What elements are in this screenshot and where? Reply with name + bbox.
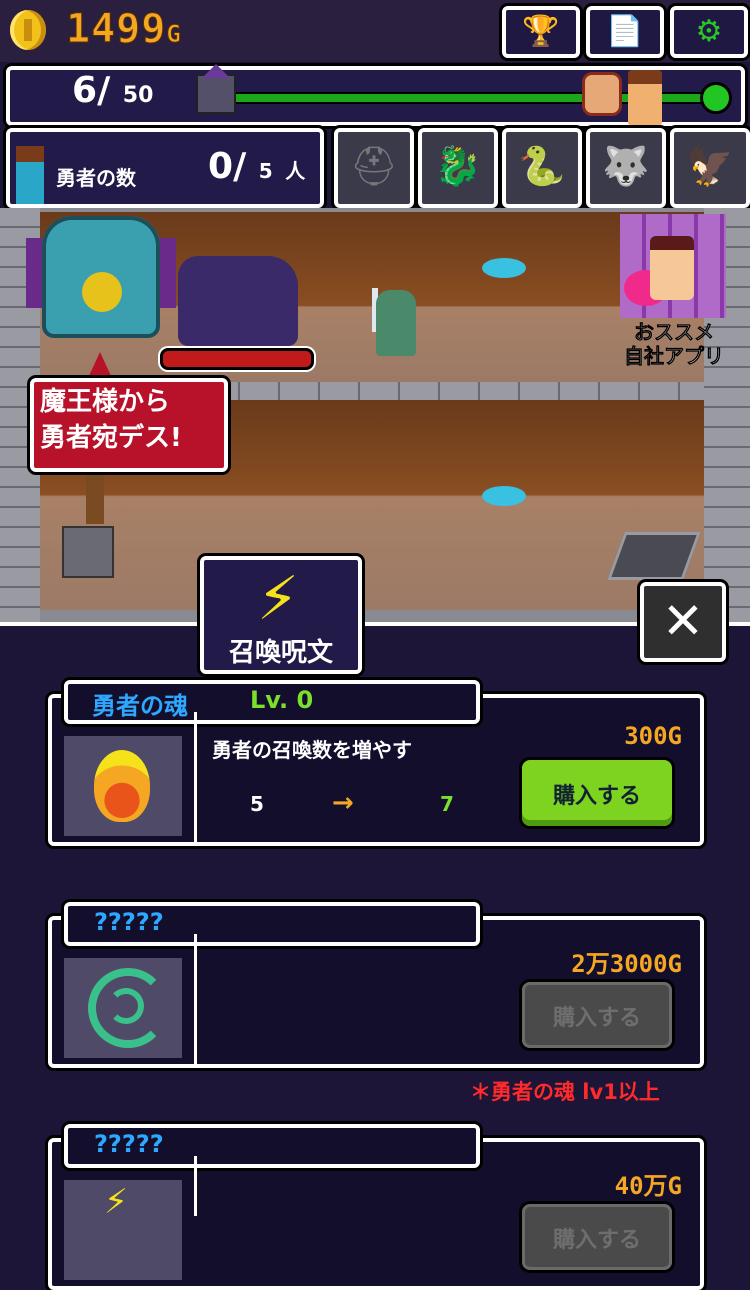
buy-button-disabled[interactable]: 購入する bbox=[522, 1204, 672, 1270]
flame-icon bbox=[94, 750, 150, 822]
trophy-button[interactable]: 🏆 bbox=[502, 6, 580, 58]
upgrade-price: 2万3000G bbox=[571, 950, 682, 978]
upgrade-level: Lv. 0 bbox=[250, 686, 314, 714]
hero-sprite bbox=[376, 290, 416, 356]
monster-slot-4[interactable]: 🐺 bbox=[586, 128, 666, 208]
bird-icon: 🦅 bbox=[686, 144, 734, 188]
hero-icon bbox=[16, 146, 44, 204]
water-puddle bbox=[482, 258, 526, 278]
upgrade-name: ????? bbox=[94, 908, 164, 936]
trophy-icon: 🏆 bbox=[522, 14, 560, 49]
buy-button[interactable]: 購入する bbox=[522, 760, 672, 826]
hero-count-value: 0/ 5 人 bbox=[208, 146, 306, 187]
monster-slot-5[interactable]: 🦅 bbox=[670, 128, 750, 208]
serpent-icon: 🐍 bbox=[518, 144, 566, 188]
settings-button[interactable]: ⚙ bbox=[670, 6, 748, 58]
document-icon: 📄 bbox=[606, 14, 644, 49]
log-button[interactable]: 📄 bbox=[586, 6, 664, 58]
card-divider bbox=[194, 712, 197, 846]
upgrade-to-value: 7 bbox=[440, 792, 454, 816]
upgrade-icon-box bbox=[64, 736, 182, 836]
speech-bubble-text: 魔王様から 勇者宛デス! bbox=[40, 387, 182, 453]
gear-icon: ⚙ bbox=[695, 14, 723, 49]
dragon-icon: 🐉 bbox=[434, 144, 482, 188]
close-icon: ✕ bbox=[662, 592, 704, 650]
monster-slot-1[interactable]: ⛑ bbox=[334, 128, 414, 208]
close-button[interactable]: ✕ bbox=[640, 582, 726, 662]
lightning-icon: ⚡ bbox=[104, 1182, 128, 1222]
demon-lord-sprite[interactable] bbox=[42, 216, 160, 338]
progress-end-marker bbox=[700, 82, 732, 114]
unlock-requirement: ＊勇者の魂 lv1以上 bbox=[470, 1080, 660, 1104]
arrow-right-icon: → bbox=[332, 788, 354, 818]
card-divider bbox=[194, 1156, 197, 1216]
upgrade-description: 勇者の召喚数を増やす bbox=[212, 738, 412, 762]
upgrade-price: 300G bbox=[624, 722, 682, 750]
lightning-icon: ⚡ bbox=[256, 564, 300, 634]
floor-counter: 6/ 50 bbox=[72, 70, 154, 111]
upgrade-price: 40万G bbox=[614, 1172, 682, 1200]
character-icon bbox=[650, 236, 694, 300]
gold-amount: 1499G bbox=[65, 6, 182, 53]
helmet-icon: ⛑ bbox=[349, 144, 399, 188]
letter-icon bbox=[582, 72, 622, 116]
upgrade-from-value: 5 bbox=[250, 792, 264, 816]
buy-button-disabled[interactable]: 購入する bbox=[522, 982, 672, 1048]
speech-bubble-tail bbox=[88, 352, 112, 378]
upgrade-name: 勇者の魂 bbox=[92, 692, 188, 720]
gold-coin-icon bbox=[10, 10, 46, 50]
signpost bbox=[86, 470, 104, 524]
summon-spell-label: 召喚呪文 bbox=[228, 638, 333, 668]
monster-hp-bar bbox=[160, 348, 314, 370]
hero-marker-icon bbox=[628, 70, 662, 126]
card-divider bbox=[194, 934, 197, 1068]
upgrade-name: ????? bbox=[94, 1130, 164, 1158]
recommended-app-label[interactable]: おススメ 自社アプリ bbox=[604, 320, 744, 369]
upgrade-icon-box bbox=[64, 958, 182, 1058]
hero-count-label: 勇者の数 bbox=[56, 166, 136, 190]
spiral-icon-inner bbox=[108, 988, 144, 1024]
monster-slot-3[interactable]: 🐍 bbox=[502, 128, 582, 208]
beast-icon: 🐺 bbox=[602, 144, 650, 188]
water-puddle bbox=[482, 486, 526, 506]
monster-slot-2[interactable]: 🐉 bbox=[418, 128, 498, 208]
castle-icon bbox=[196, 64, 236, 114]
upgrade-icon-box: ⚡ bbox=[64, 1180, 182, 1280]
cerberus-monster-sprite bbox=[178, 256, 298, 346]
stairs-icon[interactable] bbox=[62, 526, 114, 578]
